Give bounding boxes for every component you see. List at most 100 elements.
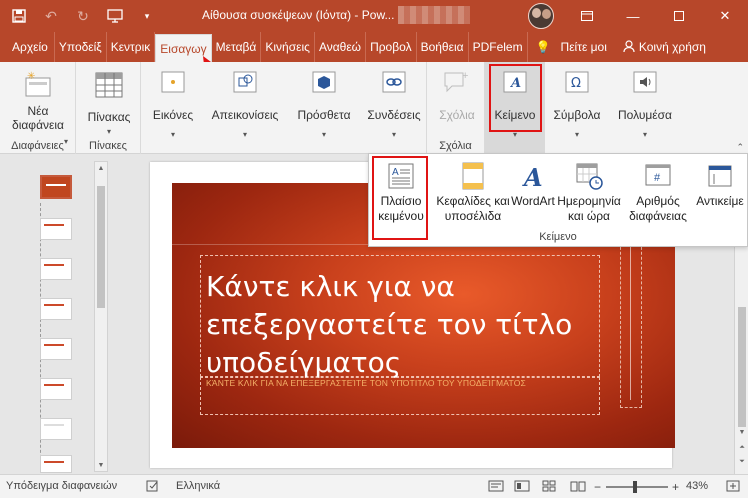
date-time-button[interactable]: Ημερομηνία και ώρα	[555, 160, 623, 224]
thumbnail-layout-6[interactable]	[40, 418, 72, 440]
addins-button[interactable]: Πρόσθετα ▾	[291, 68, 357, 142]
scrollbar-thumb[interactable]	[97, 186, 105, 308]
notes-icon[interactable]	[488, 480, 504, 495]
symbols-label: Σύμβολα	[553, 108, 601, 122]
customize-icon[interactable]: ▾	[136, 5, 158, 27]
reading-view-icon[interactable]	[570, 480, 586, 495]
images-button[interactable]: Εικόνες ▾	[147, 68, 199, 142]
scroll-down-icon[interactable]: ▼	[95, 459, 107, 471]
thumbnail-scrollbar[interactable]: ▲ ▼	[94, 161, 108, 472]
tab-animations[interactable]: Κινήσεις	[261, 32, 315, 62]
shapes-icon	[230, 68, 260, 98]
undo-icon[interactable]: ↶	[40, 5, 62, 27]
language-status[interactable]: Ελληνικά	[176, 480, 220, 492]
illustrations-button[interactable]: Απεικονίσεις ▾	[207, 68, 283, 142]
zoom-level[interactable]: 43%	[686, 480, 708, 492]
thumbnail-layout-5[interactable]	[40, 378, 72, 400]
fit-to-window-icon[interactable]	[726, 480, 740, 495]
thumbnail-layout-7[interactable]	[40, 455, 72, 473]
view-status: Υπόδειγμα διαφανειών	[6, 480, 118, 492]
media-button[interactable]: Πολυμέσα ▾	[609, 68, 681, 142]
links-button[interactable]: Συνδέσεις ▾	[361, 68, 427, 142]
tell-me-box[interactable]: 💡 Πείτε μοι	[528, 32, 611, 62]
slide-number-button[interactable]: # Αριθμός διαφάνειας	[625, 160, 691, 224]
collapse-ribbon-icon[interactable]: ⌃	[736, 142, 744, 153]
comment-label: Σχόλια	[439, 108, 475, 122]
next-slide-icon[interactable]: ⏷	[736, 456, 748, 468]
ribbon: ✳ Νέα διαφάνεια ▾ Διαφάνειες Πίνακας ▾ Π…	[0, 62, 748, 154]
slide-title[interactable]: Κάντε κλικ για να επεξεργαστείτε τον τίτ…	[206, 268, 606, 382]
object-button[interactable]: Αντικείμε	[691, 160, 748, 209]
table-button[interactable]: Πίνακας ▾	[82, 70, 136, 139]
thumb-title-line	[46, 184, 66, 186]
chevron-down-icon: ▾	[321, 130, 326, 139]
maximize-icon[interactable]	[656, 0, 702, 32]
tab-file[interactable]: Αρχείο	[0, 32, 55, 62]
thumbnail-layout-4[interactable]	[40, 338, 72, 360]
redo-icon[interactable]: ↻	[72, 5, 94, 27]
normal-view-icon[interactable]	[514, 480, 530, 495]
tab-pdfelement[interactable]: PDFelem	[469, 32, 528, 62]
calendar-clock-icon	[573, 160, 605, 192]
tab-view[interactable]: Προβολ	[366, 32, 417, 62]
links-label: Συνδέσεις	[367, 108, 421, 122]
table-label: Πίνακας	[87, 110, 131, 124]
omega-icon: Ω	[562, 68, 592, 98]
zoom-in-icon[interactable]: +	[672, 480, 679, 494]
slide-subtitle[interactable]: ΚΆΝΤΕ ΚΛΙΚ ΓΙΑ ΝΑ ΕΠΕΞΕΡΓΑΣΤΕΊΤΕ ΤΟΝ ΥΠΌ…	[206, 378, 526, 388]
thumb-stripe	[44, 224, 64, 226]
thumb-stripe	[44, 384, 64, 386]
highlight-box-text	[489, 64, 542, 132]
new-slide-icon: ✳	[23, 70, 53, 100]
wordart-button[interactable]: A WordArt	[507, 160, 559, 209]
window-controls: — ✕	[564, 0, 748, 32]
status-bar: Υπόδειγμα διαφανειών Ελληνικά − + 43%	[0, 474, 748, 498]
close-icon[interactable]: ✕	[702, 0, 748, 32]
zoom-slider-thumb[interactable]	[633, 481, 637, 493]
new-slide-label: Νέα διαφάνεια	[12, 104, 64, 132]
spellcheck-icon[interactable]	[146, 480, 160, 495]
addins-label: Πρόσθετα	[297, 108, 351, 122]
header-footer-button[interactable]: Κεφαλίδες και υποσέλιδα	[435, 160, 511, 224]
person-icon	[623, 39, 635, 55]
text-dropdown-panel: A Πλαίσιο κειμένου Κεφαλίδες και υποσέλι…	[368, 153, 748, 247]
group-links: Συνδέσεις ▾	[359, 62, 427, 154]
slide-sorter-icon[interactable]	[542, 480, 556, 495]
thumbnail-layout-2[interactable]	[40, 258, 72, 280]
symbols-button[interactable]: Ω Σύμβολα ▾	[549, 68, 605, 142]
scroll-down-icon[interactable]: ▼	[736, 426, 748, 438]
wordart-label: WordArt	[511, 194, 555, 208]
thumb-stripe	[44, 304, 64, 306]
minimize-icon[interactable]: —	[610, 0, 656, 32]
window-title: Αίθουσα συσκέψεων (Ιόντα) - Pow...	[202, 8, 395, 22]
thumbnail-layout-1[interactable]	[40, 218, 72, 240]
chevron-down-icon: ▾	[170, 130, 175, 139]
chevron-down-icon: ▾	[391, 130, 396, 139]
chevron-down-icon: ▾	[242, 130, 247, 139]
save-icon[interactable]	[8, 5, 30, 27]
tab-review[interactable]: Αναθεώ	[315, 32, 367, 62]
prev-slide-icon[interactable]: ⏶	[736, 442, 748, 454]
thumb-stripe	[44, 344, 64, 346]
thumb-stripe	[44, 461, 64, 463]
thumbnail-master-slide[interactable]	[40, 175, 72, 199]
zoom-slider[interactable]	[606, 486, 668, 488]
slides-group-label: Διαφάνειες	[11, 140, 64, 152]
thumbnail-layout-3[interactable]	[40, 298, 72, 320]
ribbon-display-icon[interactable]	[564, 0, 610, 32]
new-slide-button[interactable]: ✳ Νέα διαφάνεια ▾	[6, 70, 70, 146]
images-label: Εικόνες	[152, 108, 194, 122]
share-button[interactable]: Κοινή χρήση	[611, 32, 710, 62]
comment-button[interactable]: + Σχόλια	[431, 68, 483, 122]
avatar[interactable]	[528, 3, 554, 29]
illustrations-label: Απεικονίσεις	[211, 108, 279, 122]
tab-home[interactable]: Κεντρικ	[107, 32, 156, 62]
zoom-out-icon[interactable]: −	[594, 480, 601, 494]
scroll-up-icon[interactable]: ▲	[95, 162, 107, 174]
scrollbar-thumb[interactable]	[738, 307, 746, 427]
decorative-line	[630, 240, 644, 400]
tab-help[interactable]: Βοήθεια	[417, 32, 469, 62]
tab-hints[interactable]: Υποδείξ	[55, 32, 107, 62]
present-icon[interactable]	[104, 5, 126, 27]
quick-access-toolbar: ↶ ↻ ▾	[0, 0, 158, 32]
